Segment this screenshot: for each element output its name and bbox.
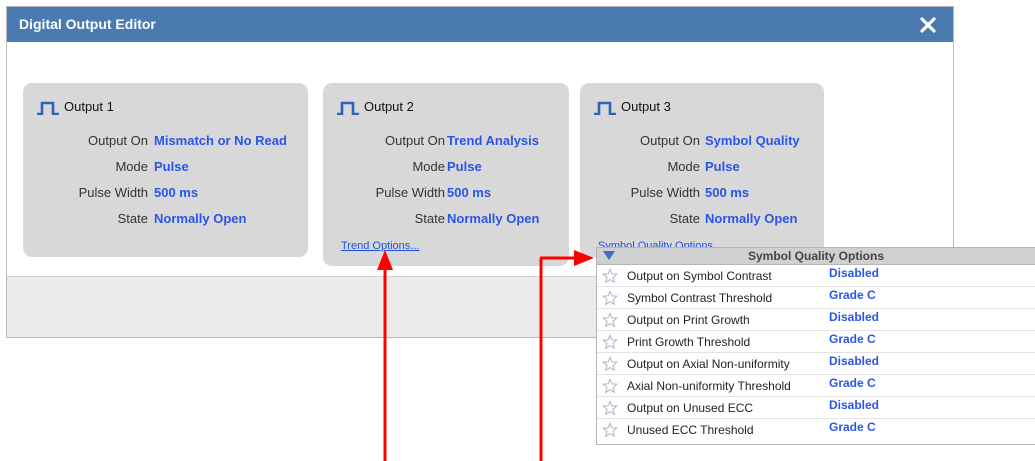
pulse-width-value[interactable]: 500 ms [447, 185, 491, 200]
field-label: Output On [385, 133, 445, 148]
star-icon[interactable] [602, 290, 618, 306]
state-value[interactable]: Normally Open [447, 211, 539, 226]
popup-row-symbol-contrast-output: Output on Symbol Contrast Disabled [597, 265, 1035, 287]
popup-row-unused-ecc-threshold: Unused ECC Threshold Grade C [597, 419, 1035, 441]
field-label: Mode [412, 159, 445, 174]
output-3-title: Output 3 [621, 99, 671, 114]
popup-row-label: Symbol Contrast Threshold [627, 291, 773, 305]
popup-row-value[interactable]: Grade C [829, 288, 876, 302]
popup-row-value[interactable]: Grade C [829, 420, 876, 434]
field-label: Mode [115, 159, 148, 174]
output-1-row-pulse-width: Pulse Width 500 ms [23, 185, 308, 205]
popup-row-axial-non-uniformity-output: Output on Axial Non-uniformity Disabled [597, 353, 1035, 375]
popup-row-value[interactable]: Grade C [829, 332, 876, 346]
trend-options-link[interactable]: Trend Options... [341, 240, 419, 252]
star-icon[interactable] [602, 268, 618, 284]
popup-row-label: Output on Axial Non-uniformity [627, 357, 790, 371]
popup-row-label: Output on Print Growth [627, 313, 750, 327]
output-1-row-output-on: Output On Mismatch or No Read [23, 133, 308, 153]
popup-row-value[interactable]: Disabled [829, 310, 879, 324]
output-2-row-output-on: Output On Trend Analysis [323, 133, 569, 153]
field-label: Pulse Width [375, 185, 445, 200]
field-label: Output On [88, 133, 148, 148]
output-3-row-mode: Mode Pulse [580, 159, 824, 179]
output-3-row-pulse-width: Pulse Width 500 ms [580, 185, 824, 205]
output-2-row-pulse-width: Pulse Width 500 ms [323, 185, 569, 205]
pulse-width-value[interactable]: 500 ms [705, 185, 749, 200]
field-label: State [669, 211, 700, 226]
field-label: State [117, 211, 148, 226]
popup-row-label: Print Growth Threshold [627, 335, 751, 349]
popup-row-value[interactable]: Disabled [829, 398, 879, 412]
symbol-quality-options-popup: Symbol Quality Options Output on Symbol … [596, 247, 1035, 445]
popup-title: Symbol Quality Options [747, 249, 884, 263]
popup-row-label: Output on Unused ECC [627, 401, 754, 415]
state-value[interactable]: Normally Open [154, 211, 246, 226]
popup-row-label: Axial Non-uniformity Threshold [627, 379, 791, 393]
popup-row-label: Unused ECC Threshold [627, 423, 754, 437]
star-icon[interactable] [602, 400, 618, 416]
output-2-row-state: State Normally Open [323, 211, 569, 231]
field-label: Output On [640, 133, 700, 148]
output-on-value[interactable]: Trend Analysis [447, 133, 539, 148]
mode-value[interactable]: Pulse [705, 159, 740, 174]
popup-row-value[interactable]: Disabled [829, 354, 879, 368]
dialog-title: Digital Output Editor [19, 16, 156, 32]
mode-value[interactable]: Pulse [447, 159, 482, 174]
output-3-row-output-on: Output On Symbol Quality [580, 133, 824, 153]
star-icon[interactable] [602, 378, 618, 394]
pulse-waveform-icon [37, 101, 59, 115]
output-1-row-mode: Mode Pulse [23, 159, 308, 179]
output-2-card: Output 2 Output On Trend Analysis Mode P… [323, 83, 569, 266]
popup-row-value[interactable]: Grade C [829, 376, 876, 390]
star-icon[interactable] [602, 356, 618, 372]
popup-header: Symbol Quality Options [597, 248, 1035, 265]
output-on-value[interactable]: Symbol Quality [705, 133, 800, 148]
popup-row-unused-ecc-output: Output on Unused ECC Disabled [597, 397, 1035, 419]
star-icon[interactable] [602, 312, 618, 328]
state-value[interactable]: Normally Open [705, 211, 797, 226]
star-icon[interactable] [602, 422, 618, 438]
popup-row-symbol-contrast-threshold: Symbol Contrast Threshold Grade C [597, 287, 1035, 309]
pulse-waveform-icon [594, 101, 616, 115]
popup-row-label: Output on Symbol Contrast [627, 269, 772, 283]
output-3-card: Output 3 Output On Symbol Quality Mode P… [580, 83, 824, 257]
output-1-title: Output 1 [64, 99, 114, 114]
popup-row-value[interactable]: Disabled [829, 266, 879, 280]
close-icon[interactable] [917, 12, 939, 36]
star-icon[interactable] [602, 334, 618, 350]
output-on-value[interactable]: Mismatch or No Read [154, 133, 287, 148]
popup-row-print-growth-output: Output on Print Growth Disabled [597, 309, 1035, 331]
field-label: Pulse Width [78, 185, 148, 200]
output-1-card: Output 1 Output On Mismatch or No Read M… [23, 83, 308, 257]
pulse-waveform-icon [337, 101, 359, 115]
output-2-title: Output 2 [364, 99, 414, 114]
popup-row-axial-non-uniformity-threshold: Axial Non-uniformity Threshold Grade C [597, 375, 1035, 397]
mode-value[interactable]: Pulse [154, 159, 189, 174]
field-label: Pulse Width [630, 185, 700, 200]
output-2-row-mode: Mode Pulse [323, 159, 569, 179]
output-1-row-state: State Normally Open [23, 211, 308, 231]
field-label: State [414, 211, 445, 226]
dialog-titlebar: Digital Output Editor [7, 7, 953, 42]
pulse-width-value[interactable]: 500 ms [154, 185, 198, 200]
field-label: Mode [667, 159, 700, 174]
popup-row-print-growth-threshold: Print Growth Threshold Grade C [597, 331, 1035, 353]
output-3-row-state: State Normally Open [580, 211, 824, 231]
